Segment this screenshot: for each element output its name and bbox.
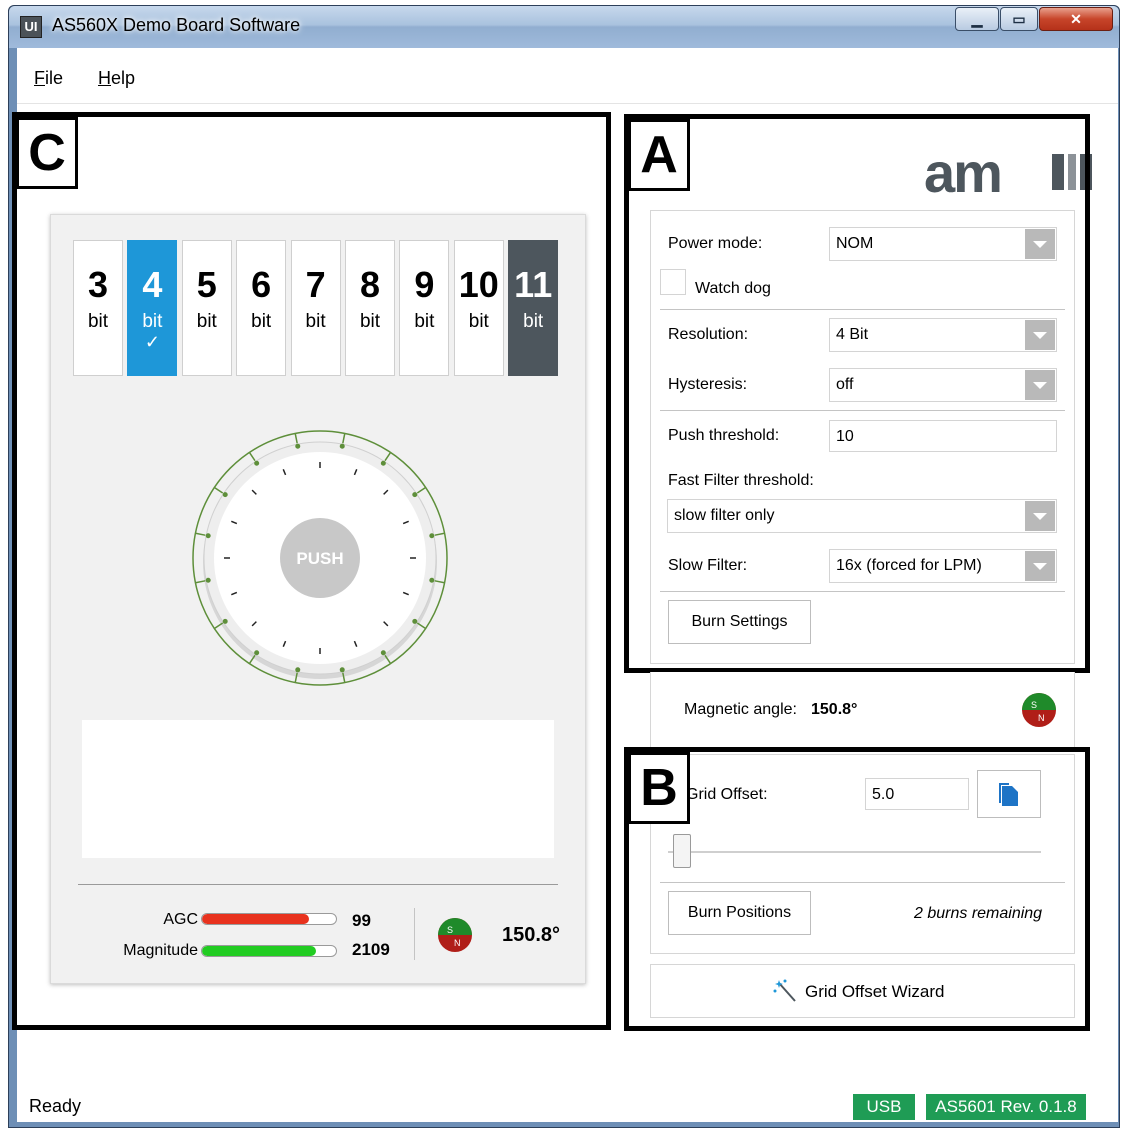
- wizard-wand-icon: [773, 979, 796, 1002]
- menu-file[interactable]: File: [34, 68, 63, 89]
- wizard-label: Grid Offset Wizard: [805, 982, 945, 1001]
- minimize-button[interactable]: ▁: [955, 7, 999, 31]
- magnetic-angle-value: 150.8°: [811, 701, 858, 718]
- app-icon: UI: [20, 16, 42, 38]
- panel-a-outline: [624, 114, 1090, 673]
- close-icon: ✕: [1070, 11, 1082, 27]
- status-text: Ready: [29, 1096, 82, 1116]
- maximize-button[interactable]: ▭: [1000, 7, 1038, 31]
- grid-offset-wizard-button[interactable]: Grid Offset Wizard: [650, 964, 1075, 1018]
- maximize-icon: ▭: [1012, 11, 1026, 27]
- connection-badge: USB: [853, 1094, 915, 1120]
- window-title: AS560X Demo Board Software: [52, 15, 301, 35]
- panel-c-label: C: [16, 117, 78, 189]
- panel-b-label: B: [628, 752, 690, 824]
- panel-c-outline: [12, 112, 611, 1030]
- magnetic-angle-label: Magnetic angle:: [684, 701, 797, 718]
- menu-help[interactable]: Help: [98, 68, 135, 89]
- device-badge: AS5601 Rev. 0.1.8: [926, 1094, 1086, 1120]
- panel-a-label: A: [628, 119, 690, 191]
- svg-text:S: S: [1031, 700, 1037, 710]
- magnet-status-icon: S N: [1022, 693, 1056, 727]
- svg-text:N: N: [1038, 713, 1045, 723]
- minimize-icon: ▁: [971, 11, 983, 27]
- close-button[interactable]: ✕: [1039, 7, 1113, 31]
- menu-bar: [17, 48, 1118, 104]
